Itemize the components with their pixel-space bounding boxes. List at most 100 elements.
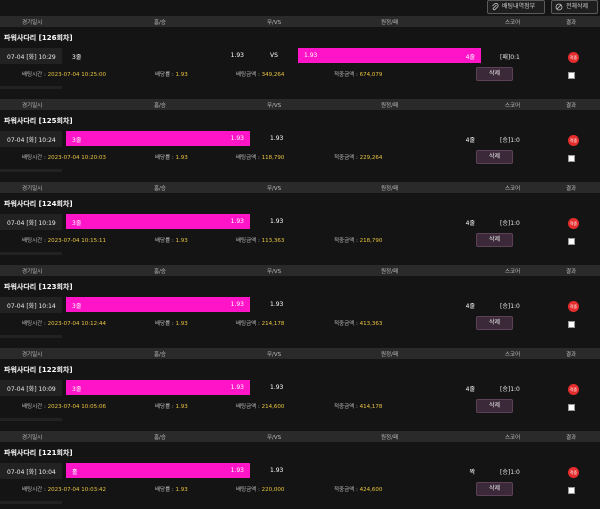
result-badge: 적중 <box>568 467 579 478</box>
bet-odds: 배당률 : 1.93 <box>155 321 188 327</box>
bet-time: 배팅시간 : 2023-07-04 10:25:00 <box>22 72 107 78</box>
away-option[interactable]: 4줄 <box>298 131 481 146</box>
header-result: 결과 <box>566 269 577 275</box>
away-option[interactable]: 1.93 4줄 <box>298 48 481 63</box>
header-result: 결과 <box>566 352 577 358</box>
away-label: 4줄 <box>465 386 475 393</box>
delete-button[interactable]: 삭제 <box>476 316 513 330</box>
meta-line: 배팅시간 : 2023-07-04 10:03:42 배당률 : 1.93 배팅… <box>0 479 600 501</box>
match-date: 07-04 [화] 10:19 <box>7 220 56 227</box>
win-amount: 적중금액 : 424,600 <box>334 487 383 493</box>
header-date: 경기일시 <box>22 20 43 26</box>
home-option[interactable]: 홀 1.93 <box>66 463 250 478</box>
bet-odds: 배당률 : 1.93 <box>155 72 188 78</box>
select-checkbox[interactable] <box>568 404 575 411</box>
header-date: 경기일시 <box>22 435 43 441</box>
bet-block: 경기일시 홈/승 무/VS 원정/패 스코어 결과 파워사다리 [121회차] … <box>0 431 600 509</box>
header-home: 홈/승 <box>154 352 166 358</box>
score: [승]1:0 <box>500 303 520 310</box>
select-checkbox[interactable] <box>568 72 575 79</box>
meta-line: 배팅시간 : 2023-07-04 10:15:11 배당률 : 1.93 배팅… <box>0 230 600 252</box>
home-option[interactable]: 3줄 1.93 <box>66 48 250 63</box>
header-result: 결과 <box>566 186 577 192</box>
header-draw: 무/VS <box>267 269 282 275</box>
home-odds: 1.93 <box>230 135 244 142</box>
header-home: 홈/승 <box>154 435 166 441</box>
attach-history-label: 배팅내역첨부 <box>502 3 536 10</box>
header-home: 홈/승 <box>154 269 166 275</box>
header-draw: 무/VS <box>267 20 282 26</box>
home-option[interactable]: 3줄 1.93 <box>66 297 250 312</box>
draw-option[interactable]: 1.93 <box>250 380 298 395</box>
home-label: 3줄 <box>72 303 82 310</box>
home-option[interactable]: 3줄 1.93 <box>66 131 250 146</box>
draw-label: VS <box>270 52 278 59</box>
round-title-bar: 파워사다리 [126회차] <box>0 27 600 48</box>
home-odds: 1.93 <box>230 301 244 308</box>
select-checkbox[interactable] <box>568 487 575 494</box>
bet-block: 경기일시 홈/승 무/VS 원정/패 스코어 결과 파워사다리 [125회차] … <box>0 99 600 181</box>
draw-option[interactable]: 1.93 <box>250 214 298 229</box>
bet-time: 배팅시간 : 2023-07-04 10:12:44 <box>22 321 107 327</box>
bet-row: 07-04 [화] 10:19 3줄 1.93 1.93 4줄 [승]1:0 적… <box>0 214 600 255</box>
home-odds: 1.93 <box>230 52 244 59</box>
result-badge: 적중 <box>568 52 579 63</box>
draw-option[interactable]: 1.93 <box>250 131 298 146</box>
match-date: 07-04 [화] 10:09 <box>7 386 56 393</box>
bet-time: 배팅시간 : 2023-07-04 10:20:03 <box>22 155 107 161</box>
away-option[interactable]: 4줄 <box>298 297 481 312</box>
select-checkbox[interactable] <box>568 238 575 245</box>
draw-option[interactable]: VS <box>250 48 298 63</box>
header-date: 경기일시 <box>22 186 43 192</box>
bet-block: 경기일시 홈/승 무/VS 원정/패 스코어 결과 파워사다리 [123회차] … <box>0 265 600 347</box>
delete-button[interactable]: 삭제 <box>476 482 513 496</box>
away-option[interactable]: 4줄 <box>298 214 481 229</box>
header-date: 경기일시 <box>22 352 43 358</box>
header-away: 원정/패 <box>381 186 399 192</box>
bet-amount: 배팅금액 : 220,000 <box>236 487 285 493</box>
delete-all-button[interactable]: 전체삭제 <box>551 0 598 14</box>
bet-row: 07-04 [화] 10:29 3줄 1.93 VS 1.93 4줄 [패]0:… <box>0 48 600 89</box>
bet-row: 07-04 [화] 10:24 3줄 1.93 1.93 4줄 [승]1:0 적… <box>0 131 600 172</box>
home-label: 3줄 <box>72 386 82 393</box>
away-option[interactable]: 4줄 <box>298 380 481 395</box>
header-result: 결과 <box>566 103 577 109</box>
delete-button[interactable]: 삭제 <box>476 67 513 81</box>
attach-history-button[interactable]: 배팅내역첨부 <box>487 0 545 14</box>
away-label: 짝 <box>469 469 475 476</box>
delete-button[interactable]: 삭제 <box>476 150 513 164</box>
away-option[interactable]: 짝 <box>298 463 481 478</box>
win-amount: 적중금액 : 229,264 <box>334 155 383 161</box>
header-home: 홈/승 <box>154 103 166 109</box>
header-date: 경기일시 <box>22 103 43 109</box>
header-score: 스코어 <box>505 103 521 109</box>
delete-button[interactable]: 삭제 <box>476 233 513 247</box>
bet-row: 07-04 [화] 10:14 3줄 1.93 1.93 4줄 [승]1:0 적… <box>0 297 600 338</box>
select-checkbox[interactable] <box>568 321 575 328</box>
bet-time: 배팅시간 : 2023-07-04 10:05:06 <box>22 404 107 410</box>
home-option[interactable]: 3줄 1.93 <box>66 380 250 395</box>
column-header: 경기일시 홈/승 무/VS 원정/패 스코어 결과 <box>0 265 600 276</box>
delete-button[interactable]: 삭제 <box>476 399 513 413</box>
bet-block: 경기일시 홈/승 무/VS 원정/패 스코어 결과 파워사다리 [124회차] … <box>0 182 600 264</box>
bet-block: 경기일시 홈/승 무/VS 원정/패 스코어 결과 파워사다리 [122회차] … <box>0 348 600 430</box>
header-home: 홈/승 <box>154 186 166 192</box>
draw-option[interactable]: 1.93 <box>250 297 298 312</box>
home-label: 3줄 <box>72 137 82 144</box>
home-option[interactable]: 3줄 1.93 <box>66 214 250 229</box>
win-amount: 적중금액 : 414,178 <box>334 404 383 410</box>
away-label: 4줄 <box>465 220 475 227</box>
bet-odds: 배당률 : 1.93 <box>155 487 188 493</box>
meta-line: 배팅시간 : 2023-07-04 10:05:06 배당률 : 1.93 배팅… <box>0 396 600 418</box>
draw-option[interactable]: 1.93 <box>250 463 298 478</box>
bet-block: 경기일시 홈/승 무/VS 원정/패 스코어 결과 파워사다리 [126회차] … <box>0 16 600 98</box>
score: [승]1:0 <box>500 220 520 227</box>
header-score: 스코어 <box>505 435 521 441</box>
result-badge: 적중 <box>568 135 579 146</box>
select-checkbox[interactable] <box>568 155 575 162</box>
away-label: 4줄 <box>465 137 475 144</box>
header-result: 결과 <box>566 435 577 441</box>
away-odds: 1.93 <box>304 52 318 59</box>
round-title: 파워사다리 [124회차] <box>4 200 73 208</box>
away-label: 4줄 <box>465 303 475 310</box>
